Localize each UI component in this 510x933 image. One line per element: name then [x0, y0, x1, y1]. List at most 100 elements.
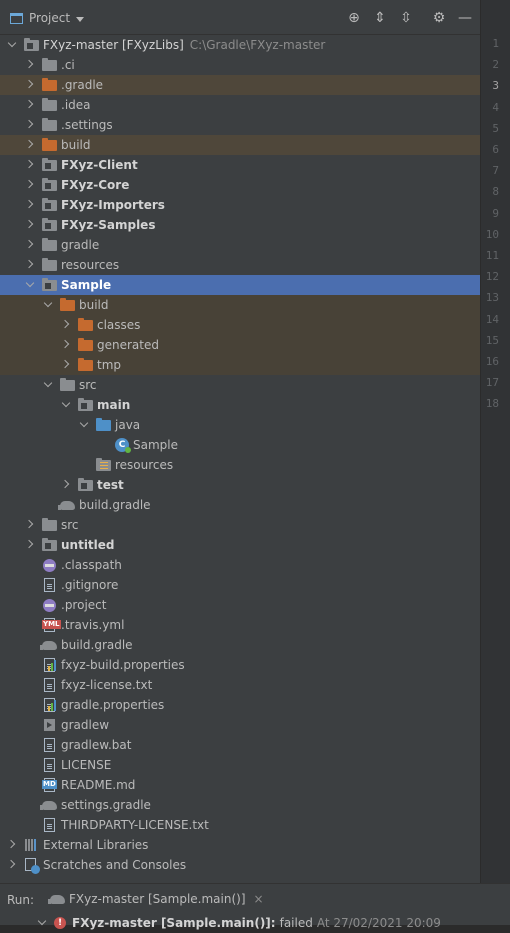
tree-item[interactable]: gradle.properties: [0, 695, 480, 715]
tree-item[interactable]: .ci: [0, 55, 480, 75]
chevron-right-icon[interactable]: [24, 515, 36, 535]
tree-item[interactable]: gradle: [0, 235, 480, 255]
tree-item[interactable]: fxyz-license.txt: [0, 675, 480, 695]
tree-item[interactable]: resources: [0, 455, 480, 475]
folder-icon: [60, 378, 76, 392]
tree-item-label: src: [61, 518, 79, 532]
tree-item[interactable]: build.gradle: [0, 635, 480, 655]
tree-item[interactable]: THIRDPARTY-LICENSE.txt: [0, 815, 480, 835]
chevron-right-icon[interactable]: [24, 195, 36, 215]
chevron-right-icon[interactable]: [24, 535, 36, 555]
chevron-right-icon[interactable]: [24, 135, 36, 155]
line-number: 3: [492, 79, 499, 93]
eclipse-config-icon: [42, 598, 58, 612]
tree-item[interactable]: test: [0, 475, 480, 495]
tree-item[interactable]: src: [0, 515, 480, 535]
run-tab[interactable]: FXyz-master [Sample.main()] ×: [48, 892, 264, 906]
tree-item[interactable]: C Sample: [0, 435, 480, 455]
run-label: Run:: [7, 893, 35, 907]
run-status-line[interactable]: ! FXyz-master [Sample.main()]: failed At…: [36, 913, 441, 933]
tree-item[interactable]: .settings: [0, 115, 480, 135]
chevron-right-icon[interactable]: [60, 315, 72, 335]
tree-item-label: .idea: [61, 98, 91, 112]
chevron-down-icon[interactable]: [6, 35, 18, 55]
tree-item-label: settings.gradle: [61, 798, 151, 812]
tree-item[interactable]: Scratches and Consoles: [0, 855, 480, 875]
tree-item[interactable]: main: [0, 395, 480, 415]
tree-item[interactable]: FXyz-Core: [0, 175, 480, 195]
tree-item[interactable]: Sample: [0, 275, 480, 295]
tree-item[interactable]: FXyz-Importers: [0, 195, 480, 215]
tree-item-label: resources: [115, 458, 174, 472]
tree-item[interactable]: .gitignore: [0, 575, 480, 595]
close-icon[interactable]: ×: [254, 892, 264, 906]
chevron-right-icon[interactable]: [60, 475, 72, 495]
tree-item[interactable]: fxyz-build.properties: [0, 655, 480, 675]
chevron-right-icon[interactable]: [60, 335, 72, 355]
tree-item[interactable]: gradlew: [0, 715, 480, 735]
chevron-right-icon[interactable]: [24, 55, 36, 75]
collapse-all-icon[interactable]: ⇳: [398, 10, 414, 26]
chevron-right-icon[interactable]: [6, 835, 18, 855]
tree-item[interactable]: LICENSE: [0, 755, 480, 775]
locate-icon[interactable]: ⊕: [346, 10, 362, 26]
chevron-right-icon[interactable]: [60, 355, 72, 375]
chevron-down-icon[interactable]: [42, 295, 54, 315]
chevron-down-icon[interactable]: [24, 275, 36, 295]
tree-item[interactable]: External Libraries: [0, 835, 480, 855]
chevron-down-icon[interactable]: [42, 375, 54, 395]
tree-item[interactable]: generated: [0, 335, 480, 355]
tree-item[interactable]: .classpath: [0, 555, 480, 575]
tree-item[interactable]: untitled: [0, 535, 480, 555]
tree-item[interactable]: resources: [0, 255, 480, 275]
yaml-file-icon: YML: [42, 618, 61, 632]
tree-item[interactable]: java: [0, 415, 480, 435]
tree-item[interactable]: classes: [0, 315, 480, 335]
expand-all-icon[interactable]: ⇕: [372, 10, 388, 26]
chevron-right-icon[interactable]: [24, 115, 36, 135]
chevron-right-icon[interactable]: [24, 175, 36, 195]
chevron-down-icon[interactable]: [36, 913, 48, 933]
chevron-down-icon[interactable]: [78, 415, 90, 435]
tree-item[interactable]: settings.gradle: [0, 795, 480, 815]
tree-item[interactable]: YML .travis.yml: [0, 615, 480, 635]
tree-item-label: build: [61, 138, 91, 152]
tree-item-label: .classpath: [61, 558, 122, 572]
tree-item-label: build.gradle: [79, 498, 151, 512]
chevron-right-icon[interactable]: [24, 235, 36, 255]
tree-item[interactable]: MD README.md: [0, 775, 480, 795]
chevron-right-icon[interactable]: [24, 215, 36, 235]
chevron-right-icon[interactable]: [6, 855, 18, 875]
gradle-elephant-icon: [40, 798, 58, 812]
chevron-right-icon[interactable]: [24, 95, 36, 115]
chevron-right-icon[interactable]: [24, 255, 36, 275]
tree-item-label: java: [115, 418, 141, 432]
hide-icon[interactable]: —: [457, 10, 473, 26]
tree-item[interactable]: tmp: [0, 355, 480, 375]
module-folder-icon: [24, 38, 40, 52]
tree-item[interactable]: .gradle: [0, 75, 480, 95]
tree-item[interactable]: gradlew.bat: [0, 735, 480, 755]
tree-item[interactable]: src: [0, 375, 480, 395]
chevron-down-icon[interactable]: [60, 395, 72, 415]
tree-item[interactable]: FXyz-Client: [0, 155, 480, 175]
tree-item[interactable]: build.gradle: [0, 495, 480, 515]
tree-item[interactable]: build: [0, 135, 480, 155]
chevron-right-icon[interactable]: [24, 155, 36, 175]
tree-item[interactable]: build: [0, 295, 480, 315]
module-folder-icon: [42, 538, 58, 552]
gear-icon[interactable]: ⚙: [431, 10, 447, 26]
tree-item[interactable]: .idea: [0, 95, 480, 115]
tree-item[interactable]: .project: [0, 595, 480, 615]
tree-item[interactable]: FXyz-master [FXyzLibs] C:\Gradle\FXyz-mas…: [0, 35, 480, 55]
tree-item[interactable]: FXyz-Samples: [0, 215, 480, 235]
line-number: 15: [485, 333, 499, 347]
tree-item-label: fxyz-build.properties: [61, 658, 185, 672]
project-view-selector[interactable]: Project: [10, 9, 85, 27]
chevron-right-icon[interactable]: [24, 75, 36, 95]
